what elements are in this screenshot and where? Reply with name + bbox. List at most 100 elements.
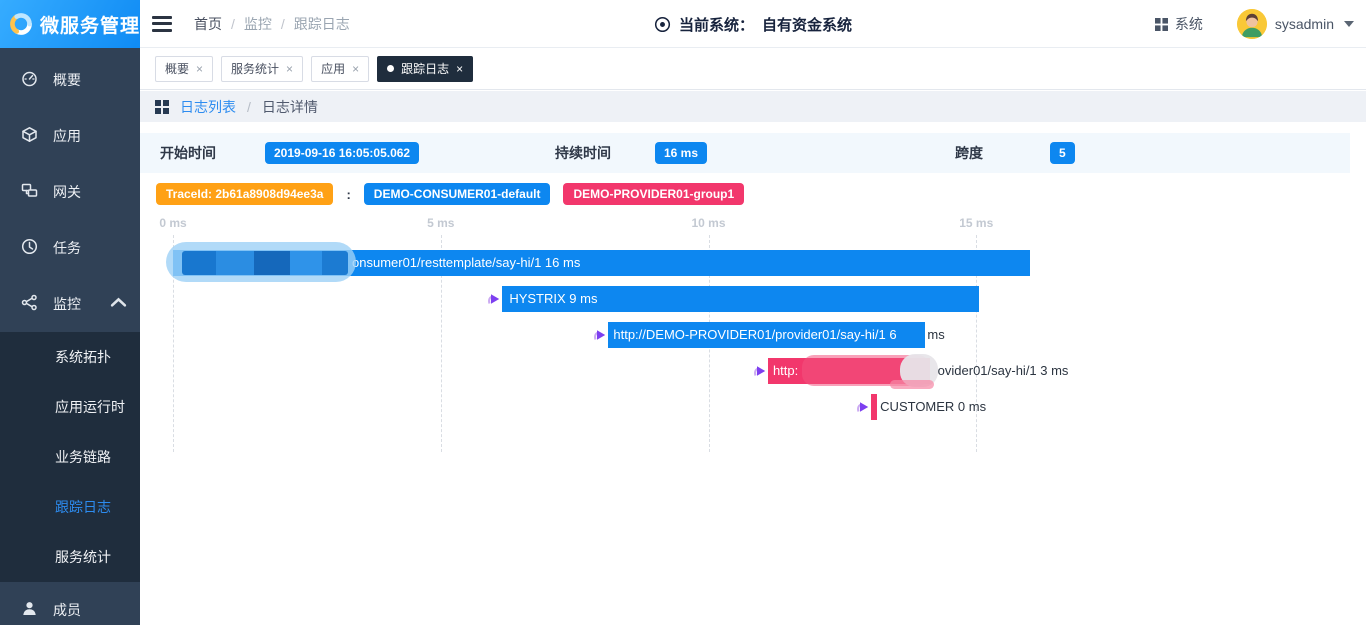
trace-id-row: TraceId: 2b61a8908d94ee3a : DEMO-CONSUME… [156, 183, 744, 205]
app-logo[interactable]: 微服务管理 [0, 0, 140, 48]
sidebar-item-label: 成员 [53, 600, 81, 620]
breadcrumb-item[interactable]: 监控 [244, 14, 272, 34]
chevron-up-icon [110, 294, 127, 314]
span-start-arrow-icon [592, 327, 608, 343]
app-window: 微服务管理 概要 应用 网关 任务 监控 系统拓扑 应用运行时 业务链路 跟踪日… [0, 0, 1366, 625]
grid-icon [1155, 18, 1168, 31]
active-tab-dot-icon [387, 65, 394, 72]
tab-close-icon[interactable]: × [456, 63, 463, 75]
span-label-outside: ms [927, 322, 944, 348]
breadcrumb: 首页 / 监控 / 跟踪日志 [194, 14, 350, 34]
breadcrumb-separator: / [231, 16, 235, 32]
tab-close-icon[interactable]: × [286, 63, 293, 75]
axis-tick-label: 5 ms [419, 216, 463, 230]
span-label-outside: CUSTOMER 0 ms [880, 394, 986, 420]
breadcrumb-log-list-link[interactable]: 日志列表 [180, 97, 236, 117]
sidebar-subitem-label: 服务统计 [55, 547, 111, 567]
sidebar-item-gateway[interactable]: 网关 [0, 164, 140, 220]
span-label: onsumer01/resttemplate/say-hi/1 16 ms [173, 255, 580, 270]
eye-icon [654, 16, 671, 33]
axis-tick-label: 10 ms [687, 216, 731, 230]
tab-close-icon[interactable]: × [196, 63, 203, 75]
sidebar-item-icon [21, 182, 38, 202]
system-menu-label: 系统 [1175, 14, 1203, 34]
grid-icon [155, 100, 169, 114]
sidebar-subitem[interactable]: 应用运行时 [0, 382, 140, 432]
span-start-arrow-icon [486, 291, 502, 307]
header-right: 系统 sysadmin [1155, 0, 1354, 48]
sidebar-main-menu: 概要 应用 网关 任务 监控 [0, 52, 140, 332]
span-label-outside: ovider01/say-hi/1 3 ms [938, 358, 1069, 384]
current-system-value: 自有资金系统 [762, 14, 852, 35]
hamburger-menu-icon[interactable] [150, 15, 174, 33]
breadcrumb-log-detail: 日志详情 [262, 97, 318, 117]
avatar[interactable] [1237, 9, 1267, 39]
trace-summary-row: 开始时间 2019-09-16 16:05:05.062 持续时间 16 ms … [140, 133, 1350, 173]
sidebar-submenu: 系统拓扑 应用运行时 业务链路 跟踪日志 服务统计 [0, 332, 140, 582]
system-menu[interactable]: 系统 [1155, 14, 1203, 34]
sidebar-item-member[interactable]: 成员 [0, 582, 140, 625]
tab-2[interactable]: 服务统计 × [221, 56, 303, 82]
sidebar-subitem[interactable]: 业务链路 [0, 432, 140, 482]
tab-4[interactable]: 跟踪日志 × [377, 56, 473, 82]
sidebar-item-label: 网关 [53, 182, 81, 202]
sidebar-subitem-label: 业务链路 [55, 447, 111, 467]
app-title: 微服务管理 [40, 11, 140, 38]
sidebar: 概要 应用 网关 任务 监控 系统拓扑 应用运行时 业务链路 跟踪日志 服务统计… [0, 48, 140, 625]
tab-label: 跟踪日志 [401, 60, 449, 77]
sidebar-subitem[interactable]: 系统拓扑 [0, 332, 140, 382]
service-badges: DEMO-CONSUMER01-defaultDEMO-PROVIDER01-g… [364, 183, 744, 205]
avatar-person-icon [1237, 9, 1267, 39]
trace-span-bar[interactable]: http: [768, 358, 930, 384]
sidebar-item-monitor[interactable]: 监控 [0, 276, 140, 332]
axis-tick-label: 15 ms [954, 216, 998, 230]
trace-span-bar[interactable]: onsumer01/resttemplate/say-hi/1 16 ms [173, 250, 1030, 276]
tab-label: 服务统计 [231, 60, 279, 77]
logo-swirl-icon [7, 9, 35, 39]
service-badge: DEMO-PROVIDER01-group1 [563, 183, 744, 205]
sidebar-item-label: 概要 [53, 70, 81, 90]
sidebar-subitem-label: 系统拓扑 [55, 347, 111, 367]
tab-label: 应用 [321, 60, 345, 77]
trace-span-bar[interactable]: http://DEMO-PROVIDER01/provider01/say-hi… [608, 322, 925, 348]
user-icon [21, 600, 38, 620]
sidebar-item-icon [21, 126, 38, 146]
sidebar-subitem[interactable]: 跟踪日志 [0, 482, 140, 532]
tab-label: 概要 [165, 60, 189, 77]
tab-1[interactable]: 概要 × [155, 56, 213, 82]
user-menu-caret-icon[interactable] [1344, 21, 1354, 27]
sidebar-item-icon [21, 238, 38, 258]
sidebar-subitem[interactable]: 服务统计 [0, 532, 140, 582]
tab-close-icon[interactable]: × [352, 63, 359, 75]
sidebar-subitem-label: 应用运行时 [55, 397, 125, 417]
tab-3[interactable]: 应用 × [311, 56, 369, 82]
breadcrumb-item[interactable]: 跟踪日志 [294, 14, 350, 34]
sidebar-item-icon [21, 294, 38, 314]
current-system-label: 当前系统： [679, 14, 754, 35]
axis-tick-label: 0 ms [151, 216, 195, 230]
top-header: 首页 / 监控 / 跟踪日志 当前系统： 自有资金系统 系统 [140, 0, 1366, 48]
sidebar-subitem-label: 跟踪日志 [55, 497, 111, 517]
sidebar-item-icon [21, 70, 38, 90]
sidebar-item-cube[interactable]: 应用 [0, 108, 140, 164]
open-tabs-bar: 概要 × 服务统计 × 应用 × 跟踪日志 × [140, 48, 1366, 90]
breadcrumb-separator: / [281, 16, 285, 32]
sidebar-item-gauge[interactable]: 概要 [0, 52, 140, 108]
sidebar-item-clock[interactable]: 任务 [0, 220, 140, 276]
trace-span-bar[interactable]: HYSTRIX 9 ms [502, 286, 979, 312]
breadcrumb-separator: / [247, 99, 251, 115]
trace-span-bar[interactable] [871, 394, 877, 420]
span-count-label: 跨度 [955, 133, 983, 173]
sidebar-item-label: 任务 [53, 238, 81, 258]
trace-colon: : [346, 187, 350, 202]
duration-value: 16 ms [655, 142, 707, 164]
page-breadcrumb-bar: 日志列表 / 日志详情 [140, 91, 1366, 122]
span-label: http: [768, 363, 798, 378]
start-time-label: 开始时间 [160, 133, 216, 173]
username-label[interactable]: sysadmin [1275, 16, 1334, 32]
breadcrumb-item[interactable]: 首页 [194, 14, 222, 34]
span-label: HYSTRIX 9 ms [502, 291, 597, 306]
sidebar-item-label: 应用 [53, 126, 81, 146]
trace-id-badge: TraceId: 2b61a8908d94ee3a [156, 183, 333, 205]
span-start-arrow-icon [752, 363, 768, 379]
